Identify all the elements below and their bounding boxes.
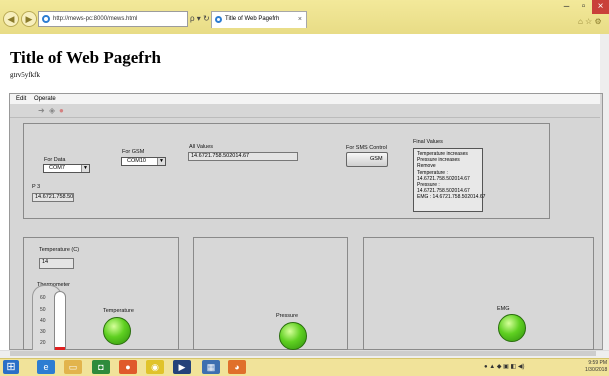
address-search-refresh-icons[interactable]: ρ ▾ ↻ [190,11,210,27]
thermo-tick: 30 [40,329,46,335]
maximize-button[interactable]: ▫ [575,0,592,14]
p3-indicator: 14.6721.758.5020 [32,193,74,202]
tab-title: Title of Web Pagefrh [225,16,280,22]
page-subtext: gtrv5yfkfk [10,71,40,79]
page-title: Title of Web Pagefrh [10,48,161,67]
thermo-tick: 60 [40,295,46,301]
tab-ie-icon [215,16,222,23]
minimize-button[interactable]: – [558,0,575,14]
folder-taskbar-icon[interactable]: ▭ [64,360,82,374]
address-text: http://mews-pc:8000/mews.html [53,16,138,22]
thermometer-level [55,347,65,350]
pressure-led-label: Pressure [276,313,299,319]
com-port-data-value: COM7 [49,165,65,171]
ie-page-icon [42,15,50,23]
pressure-panel [193,237,348,350]
thermo-tick: 20 [40,340,46,346]
vi-toolbar [10,104,600,118]
ie-taskbar-icon[interactable]: e [37,360,55,374]
thermo-tick: 50 [40,307,46,313]
temperature-led-label: Temperature [103,308,134,314]
clock[interactable]: 9:59 PM 1/30/2018 [585,360,607,374]
temperature-led [103,317,131,345]
gsm-button[interactable]: GSM [346,152,388,167]
run-arrow-icon[interactable]: ➜ [38,106,45,115]
for-gsm-label: For GSM [122,149,145,155]
thermometer-tube [54,291,66,350]
system-tray[interactable]: ● ▲ ◆ ▣ ◧ ◀) [484,361,574,373]
close-window-button[interactable]: × [592,0,609,14]
chrome-taskbar-icon[interactable]: ◉ [146,360,164,374]
emg-panel [363,237,594,350]
menu-operate[interactable]: Operate [34,96,56,102]
all-values-indicator: 14.6721.758.502014.67 [188,152,298,161]
horizontal-scroll-thumb[interactable] [10,351,596,356]
com-port-gsm-select[interactable]: COM10 ▼ [121,157,166,166]
labview-taskbar-icon[interactable]: ▶ [173,360,191,374]
final-values-box: Temperature increases Pressure increases… [413,148,485,212]
vi-menu-bar: Edit Operate [10,94,600,104]
temperature-label: Temperature (C) [39,247,80,253]
address-bar[interactable]: http://mews-pc:8000/mews.html [38,11,188,27]
run-continuously-icon[interactable]: ◈ [49,106,55,115]
pressure-led [279,322,307,350]
chevron-down-icon: ▼ [81,165,89,172]
temperature-value: 14 [39,258,74,269]
media-taskbar-icon[interactable]: ● [119,360,137,374]
com-port-gsm-value: COM10 [127,158,146,164]
menu-edit[interactable]: Edit [16,96,26,102]
thermo-tick: 40 [40,318,46,324]
final-values-label: Final Values [413,139,443,145]
window-taskbar-icon[interactable]: ▦ [202,360,220,374]
forward-button[interactable]: ▶ [21,11,37,27]
for-data-label: For Data [44,157,66,163]
clock-time: 9:59 PM [588,360,607,366]
com-port-data-select[interactable]: COM7 ▼ [43,164,90,173]
app-taskbar-icon[interactable]: ◘ [92,360,110,374]
browser-tab[interactable]: Title of Web Pagefrh × [211,11,307,28]
p3-label: P 3 [32,184,41,190]
sms-control-label: For SMS Control [346,145,387,151]
back-button[interactable]: ◀ [3,11,19,27]
abort-icon[interactable]: ● [59,106,64,115]
firefox-taskbar-icon[interactable]: ◕ [228,360,246,374]
chevron-down-icon: ▼ [157,158,165,165]
home-star-gear-icons[interactable]: ⌂ ☆ ⚙ [578,17,602,26]
start-button[interactable]: ⊞ [3,360,19,374]
clock-date: 1/30/2018 [585,367,608,373]
emg-led-label: EMG [497,306,510,312]
all-values-label: All Values [189,144,214,150]
emg-led [498,314,526,342]
tab-close-icon[interactable]: × [298,12,302,27]
